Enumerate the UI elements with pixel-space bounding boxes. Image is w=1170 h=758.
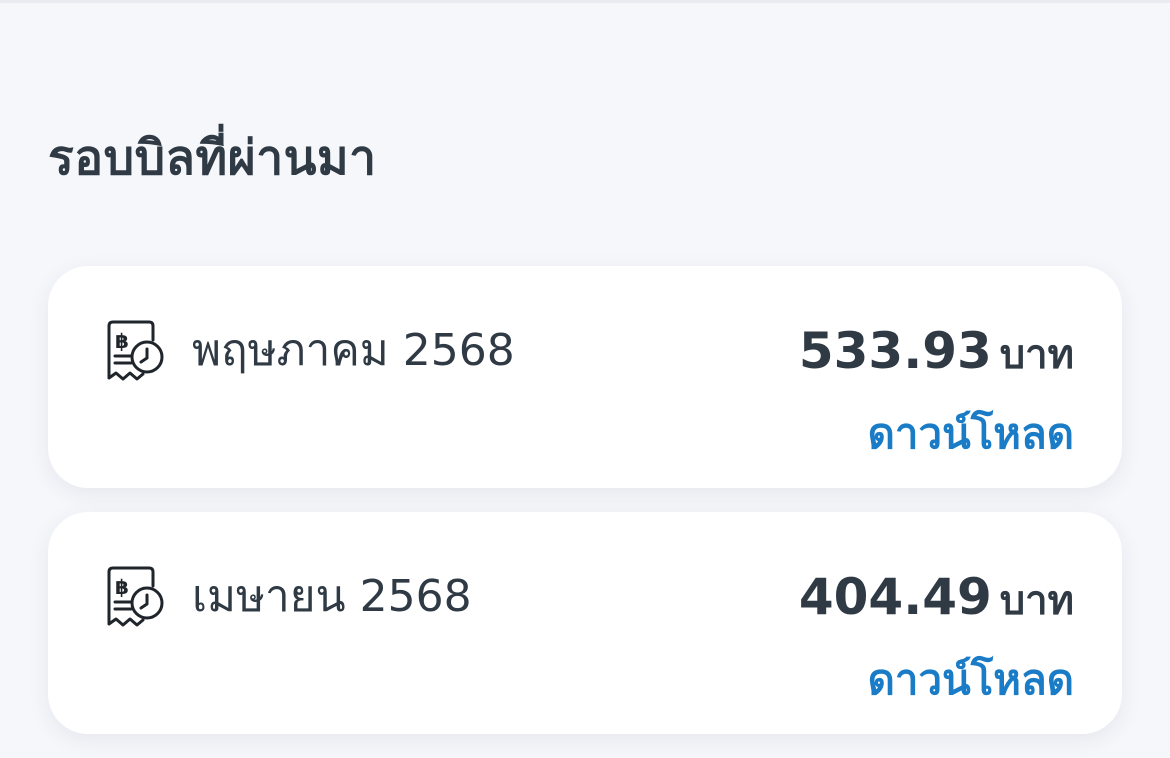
bill-amount: 404.49	[798, 568, 992, 626]
bill-currency: บาท	[999, 578, 1074, 624]
download-link[interactable]: ดาวน์โหลด	[868, 650, 1074, 710]
bill-list: ฿ พฤษภาคม 2568 533.93 บาท ดาวน์โหลด ฿ เม…	[48, 266, 1122, 758]
bill-currency: บาท	[999, 332, 1074, 378]
receipt-clock-icon: ฿	[103, 318, 169, 384]
receipt-clock-icon: ฿	[103, 564, 169, 630]
bill-amount: 533.93	[798, 322, 992, 380]
svg-text:฿: ฿	[115, 329, 129, 353]
section-title: รอบบิลที่ผ่านมา	[48, 130, 377, 186]
bill-card[interactable]: ฿ พฤษภาคม 2568 533.93 บาท ดาวน์โหลด	[48, 266, 1122, 488]
svg-text:฿: ฿	[115, 575, 129, 599]
bill-card[interactable]: ฿ เมษายน 2568 404.49 บาท ดาวน์โหลด	[48, 512, 1122, 734]
bill-period: เมษายน 2568	[192, 571, 472, 622]
bill-period: พฤษภาคม 2568	[192, 325, 515, 376]
download-link[interactable]: ดาวน์โหลด	[868, 404, 1074, 464]
bill-amount-group: 404.49 บาท	[799, 564, 1074, 634]
bill-amount-group: 533.93 บาท	[799, 318, 1074, 388]
top-divider	[0, 0, 1170, 3]
